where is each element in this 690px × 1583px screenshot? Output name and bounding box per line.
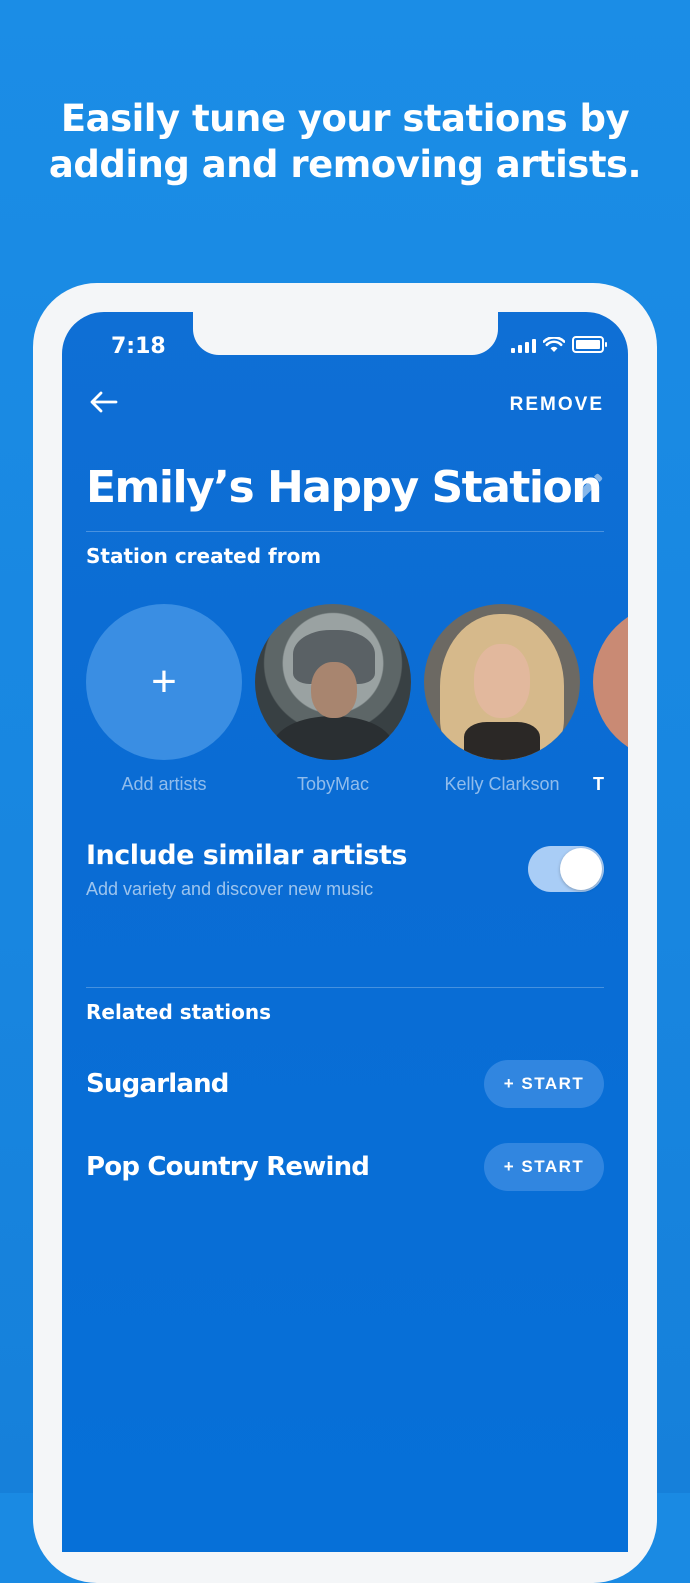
start-button[interactable]: + START xyxy=(484,1143,604,1191)
artist-avatar xyxy=(593,604,628,760)
phone-screen: 7:18 REMOVE Emily’s Happy Station Statio… xyxy=(62,312,628,1552)
created-from-label: Station created from xyxy=(86,544,322,568)
related-divider xyxy=(86,987,604,988)
artist-item-tobymac[interactable]: TobyMac xyxy=(255,604,411,795)
artist-name: Add artists xyxy=(121,774,207,794)
artist-name: TobyMac xyxy=(296,774,370,794)
similar-artists-toggle[interactable] xyxy=(528,846,604,892)
status-time: 7:18 xyxy=(111,334,166,359)
artist-avatar xyxy=(255,604,411,760)
wifi-icon xyxy=(543,336,565,352)
artist-carousel[interactable]: + Add artists TobyMac Kelly Clarkson T xyxy=(86,604,628,795)
headline-line-2: adding and removing artists. xyxy=(48,143,642,186)
add-artists-button[interactable]: + Add artists xyxy=(86,604,242,795)
toggle-knob xyxy=(560,848,602,890)
list-item[interactable]: Pop Country Rewind + START xyxy=(86,1143,604,1191)
battery-icon xyxy=(572,336,607,353)
station-name: Pop Country Rewind xyxy=(86,1152,370,1182)
phone-notch xyxy=(193,312,498,355)
remove-button[interactable]: REMOVE xyxy=(510,394,604,416)
title-divider xyxy=(86,531,604,532)
station-name: Sugarland xyxy=(86,1069,229,1099)
add-artist-circle[interactable]: + xyxy=(86,604,242,760)
artist-item-partial[interactable]: T xyxy=(593,604,628,795)
arrow-left-icon[interactable] xyxy=(88,388,120,416)
signal-icon xyxy=(511,337,536,353)
list-item[interactable]: Sugarland + START xyxy=(86,1060,604,1108)
station-title: Emily’s Happy Station xyxy=(86,462,603,513)
related-stations-label: Related stations xyxy=(86,1000,271,1024)
plus-icon: + xyxy=(151,657,177,706)
artist-name: Kelly Clarkson xyxy=(444,774,560,794)
similar-artists-subtitle: Add variety and discover new music xyxy=(86,879,374,899)
headline: Easily tune your stations by adding and … xyxy=(0,96,690,188)
artist-item-kelly-clarkson[interactable]: Kelly Clarkson xyxy=(424,604,580,795)
status-icons xyxy=(511,336,607,353)
artist-name: T xyxy=(593,774,604,794)
similar-artists-title: Include similar artists xyxy=(86,840,407,871)
pencil-icon[interactable] xyxy=(570,472,604,506)
headline-line-1: Easily tune your stations by xyxy=(60,97,630,140)
artist-avatar xyxy=(424,604,580,760)
start-button[interactable]: + START xyxy=(484,1060,604,1108)
